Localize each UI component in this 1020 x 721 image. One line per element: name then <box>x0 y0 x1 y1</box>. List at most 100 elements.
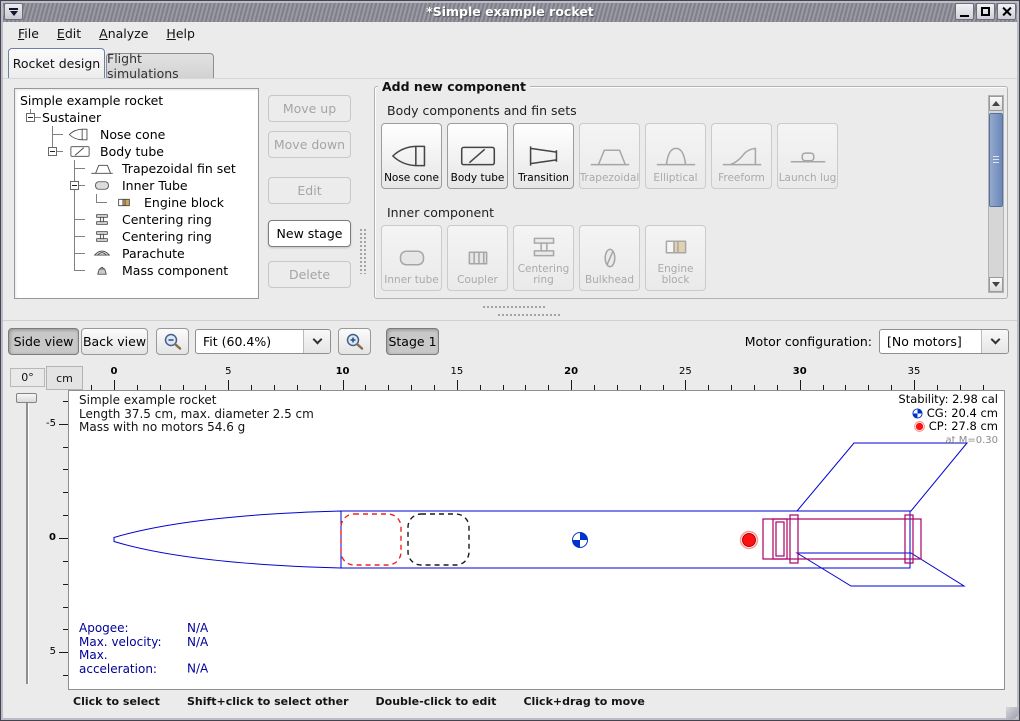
tree-item-body-tube[interactable]: Body tube <box>15 143 258 160</box>
component-tree[interactable]: Simple example rocketSustainerNose cone B… <box>14 88 259 299</box>
move-down-button[interactable]: Move down <box>268 131 351 158</box>
add-bulkhead-button[interactable]: Bulkhead <box>579 225 640 291</box>
horizontal-splitter[interactable] <box>482 305 546 309</box>
inner-tube-assembly[interactable] <box>763 515 921 563</box>
tree-item-simple-example-rocket[interactable]: Simple example rocket <box>15 92 258 109</box>
add-freeform-button[interactable]: Freeform <box>711 123 772 189</box>
motor-configuration-select[interactable]: [No motors] <box>879 329 1009 354</box>
tree-item-trapezoidal-fin-set[interactable]: Trapezoidal fin set <box>15 160 258 177</box>
add-transition-button[interactable]: Transition <box>513 123 574 189</box>
motor-configuration-value: [No motors] <box>880 334 981 349</box>
rocket-side-view-drawing <box>69 391 1004 689</box>
collapse-box-icon[interactable] <box>70 181 79 190</box>
dropdown-arrow[interactable] <box>981 330 1008 353</box>
collapse-box-icon[interactable] <box>26 113 35 122</box>
rocket-view-area: 0° cm 05101520253035 -505 <box>1 362 1019 690</box>
resize-grip[interactable] <box>1006 707 1019 720</box>
ruler-label: 5 <box>50 646 56 657</box>
tree-item-label: Body tube <box>99 144 164 159</box>
statusbar: Click to selectShift+click to select oth… <box>1 690 1019 712</box>
scroll-up-button[interactable] <box>989 96 1003 111</box>
cp-value: CP: 27.8 cm <box>929 420 998 434</box>
tab-rocket-design[interactable]: Rocket design <box>8 48 105 78</box>
new-stage-button[interactable]: New stage <box>268 220 351 247</box>
menu-edit[interactable]: Edit <box>48 24 90 43</box>
component-button-label: Inner tube <box>384 275 438 286</box>
move-up-button[interactable]: Move up <box>268 95 351 122</box>
ruler-label: 15 <box>450 366 463 377</box>
tree-item-label: Parachute <box>121 246 185 261</box>
add-engine-block-button[interactable]: Engine block <box>645 225 706 291</box>
close-button[interactable] <box>997 3 1016 20</box>
add-coupler-button[interactable]: Coupler <box>447 225 508 291</box>
tree-item-label: Inner Tube <box>121 178 188 193</box>
mass-component-outline[interactable] <box>408 514 469 565</box>
tree-item-inner-tube[interactable]: Inner Tube <box>15 177 258 194</box>
component-button-label: Launch lug <box>779 173 837 184</box>
minimize-button[interactable] <box>955 3 974 20</box>
scrollbar-thumb[interactable] <box>989 113 1003 207</box>
chevron-down-icon <box>990 335 1000 345</box>
flight-data-label: Max. acceleration: <box>79 649 187 676</box>
parachute-outline-selected[interactable] <box>341 514 401 565</box>
add-nose-cone-button[interactable]: Nose cone <box>381 123 442 189</box>
horizontal-ruler: 05101520253035 <box>1 366 1019 390</box>
lower-fin <box>797 553 964 586</box>
add-body-tube-button[interactable]: Body tube <box>447 123 508 189</box>
component-button-label: Nose cone <box>384 173 439 184</box>
add-inner-tube-button[interactable]: Inner tube <box>381 225 442 291</box>
menu-file[interactable]: File <box>9 24 48 43</box>
add-launch-lug-button[interactable]: Launch lug <box>777 123 838 189</box>
menubar: FileEditAnalyzeHelp <box>1 22 1019 44</box>
tree-item-label: Trapezoidal fin set <box>121 161 236 176</box>
fin-freeform-icon <box>719 142 765 170</box>
zoom-in-button[interactable] <box>338 328 371 355</box>
flight-data-label: Max. velocity: <box>79 636 187 650</box>
inner-tube-icon <box>389 244 435 272</box>
add-trapezoidal-button[interactable]: Trapezoidal <box>579 123 640 189</box>
magnifier-plus-icon <box>344 332 366 352</box>
tree-item-mass-component[interactable]: Mass component <box>15 262 258 279</box>
stage-1-toggle[interactable]: Stage 1 <box>386 328 439 355</box>
tree-item-centering-ring[interactable]: Centering ring <box>15 211 258 228</box>
edit-button[interactable]: Edit <box>268 177 351 204</box>
rocket-outline <box>114 443 967 586</box>
cg-marker <box>573 533 588 548</box>
add-centering-ring-button[interactable]: Centering ring <box>513 225 574 291</box>
collapse-box-icon[interactable] <box>48 147 57 156</box>
tab-flight-simulations[interactable]: Flight simulations <box>106 53 214 78</box>
maximize-button[interactable] <box>976 3 995 20</box>
side-view-button[interactable]: Side view <box>8 328 79 355</box>
component-button-label: Elliptical <box>653 173 697 184</box>
ruler-label: -5 <box>46 418 56 429</box>
add-elliptical-button[interactable]: Elliptical <box>645 123 706 189</box>
tree-item-centering-ring[interactable]: Centering ring <box>15 228 258 245</box>
back-view-button[interactable]: Back view <box>81 328 148 355</box>
titlebar[interactable]: *Simple example rocket <box>1 1 1019 22</box>
component-scrollbar[interactable] <box>988 95 1004 293</box>
zoom-level-select[interactable]: Fit (60.4%) <box>195 329 331 354</box>
delete-button[interactable]: Delete <box>268 261 351 288</box>
dropdown-arrow[interactable] <box>303 330 330 353</box>
tree-item-sustainer[interactable]: Sustainer <box>15 109 258 126</box>
rotation-slider-handle[interactable] <box>16 393 37 403</box>
mass-component-icon <box>86 263 118 278</box>
centering-ring-icon <box>86 212 118 227</box>
tree-item-parachute[interactable]: Parachute <box>15 245 258 262</box>
tree-item-engine-block[interactable]: Engine block <box>15 194 258 211</box>
tree-item-label: Nose cone <box>99 127 165 142</box>
rotation-slider-track[interactable] <box>26 403 28 684</box>
vertical-splitter[interactable] <box>359 228 367 274</box>
rocket-info-block: Simple example rocketLength 37.5 cm, max… <box>79 394 314 435</box>
flight-data-value: N/A <box>187 621 208 635</box>
tree-item-nose-cone[interactable]: Nose cone <box>15 126 258 143</box>
menu-analyze[interactable]: Analyze <box>90 24 157 43</box>
rocket-canvas[interactable]: Simple example rocketLength 37.5 cm, max… <box>68 390 1005 690</box>
menu-help[interactable]: Help <box>157 24 204 43</box>
scroll-down-button[interactable] <box>989 277 1003 292</box>
horizontal-splitter[interactable] <box>497 313 561 317</box>
maximize-icon <box>981 7 990 16</box>
edit-buttons: Move up Move down Edit New stage Delete <box>268 95 351 295</box>
nose-cone-icon <box>389 142 435 170</box>
zoom-out-button[interactable] <box>156 328 189 355</box>
